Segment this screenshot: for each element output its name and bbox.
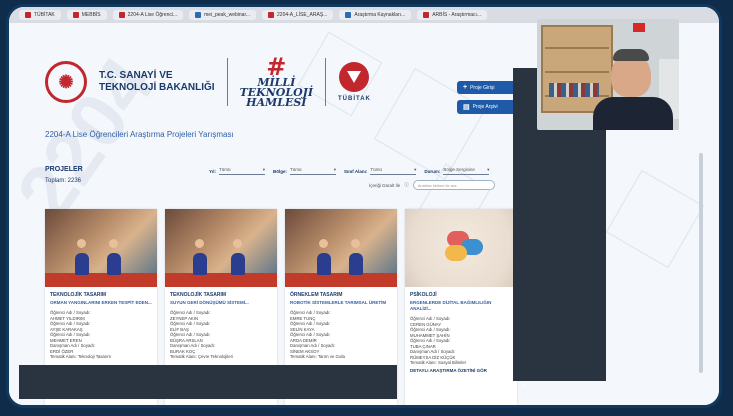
card-more-link[interactable]: DETAYLI ARAŞTIRMA ÖZETİNİ GÖR	[405, 366, 517, 375]
browser-tab[interactable]: 2204-A_LİSE_ARAŞ...	[262, 10, 334, 20]
webcam-video	[537, 19, 679, 130]
card-title[interactable]: ERGENLERDE DİJİTAL BAĞIMLILIĞIN ANALİZİ.…	[405, 300, 517, 316]
filter-status[interactable]: Durum: Bölge Sergisine ▾	[424, 167, 490, 175]
filter-bar: Yıl: Tümü ▾ Bölge: Tümü ▾ Sınıf Alanı: Tümü ▾ …	[209, 167, 490, 175]
chevron-down-icon: ▾	[262, 167, 266, 172]
card-title[interactable]: ROBOTİK SİSTEMLERLE TARIMSAL ÜRETİM	[285, 300, 397, 310]
project-photo	[165, 209, 277, 287]
card-field: Tematik Alanı: Teknoloji Tasarım	[50, 354, 111, 359]
search-row: İçeriği Daralt İle ⓘ Anahtar kelime ile …	[369, 180, 495, 190]
header-divider	[325, 58, 326, 106]
ministry-seal-icon: ✺	[45, 61, 87, 103]
browser-tab[interactable]: ARBİS - Araştırmacı...	[417, 10, 488, 20]
browser-tab[interactable]: 2204-A Lise Öğrenci...	[112, 10, 184, 20]
tab-favicon-icon	[345, 12, 352, 18]
tab-favicon-icon	[423, 12, 430, 18]
filter-select[interactable]: Tümü ▾	[370, 167, 417, 175]
project-photo	[405, 209, 517, 287]
project-photo	[285, 209, 397, 287]
ministry-name: T.C. SANAYİ VE TEKNOLOJİ BAKANLIĞI	[99, 70, 215, 93]
tubitak-logo: TÜBİTAK	[338, 62, 371, 102]
tab-favicon-icon	[25, 12, 31, 18]
dark-overlay-bar	[19, 365, 397, 399]
chevron-down-icon: ▾	[333, 167, 337, 172]
chevron-down-icon: ▾	[414, 167, 417, 172]
header-divider	[226, 58, 228, 106]
background-hexagon	[605, 169, 705, 269]
flag-icon	[633, 23, 645, 32]
card-field: Tematik Alanı: Tarım ve Gıda	[290, 354, 345, 359]
card-category: TEKNOLOJİK TASARIM	[50, 292, 107, 298]
card-title[interactable]: SUYUN GERİ DÖNÜŞÜMÜ SİSTEMİ...	[165, 300, 277, 310]
browser-tab[interactable]: TÜBİTAK	[19, 10, 61, 20]
plus-icon: +	[463, 84, 468, 91]
archive-icon: ▤	[463, 104, 470, 111]
scrollbar[interactable]	[699, 153, 703, 373]
chevron-right-icon[interactable]: ›	[523, 379, 526, 390]
projects-heading: PROJELER	[45, 166, 83, 173]
chevron-down-icon: ▾	[487, 167, 490, 172]
card-category: TEKNOLOJİK TASARIM	[170, 292, 227, 298]
filter-class-area[interactable]: Sınıf Alanı: Tümü ▾	[344, 167, 417, 175]
card-category: PSİKOLOJİ	[410, 292, 437, 298]
filter-year[interactable]: Yıl: Tümü ▾	[209, 167, 266, 175]
site-header: ✺ T.C. SANAYİ VE TEKNOLOJİ BAKANLIĞI # M…	[45, 47, 371, 117]
competition-title: 2204-A Lise Öğrencileri Araştırma Projel…	[45, 130, 234, 139]
filter-select[interactable]: Tümü ▾	[219, 167, 266, 175]
tubitak-emblem-icon	[339, 62, 370, 92]
projects-count: Toplam: 2236	[45, 178, 82, 184]
info-icon: ⓘ	[404, 182, 409, 187]
browser-tab[interactable]: Araştırma Kaynakları...	[339, 10, 412, 20]
filter-select[interactable]: Tümü ▾	[290, 167, 337, 175]
project-photo	[45, 209, 157, 287]
browser-tab[interactable]: mei_peak_webinar...	[189, 10, 257, 20]
filter-select[interactable]: Bölge Sergisine ▾	[443, 167, 490, 175]
card-title[interactable]: ORMAN YANGINLARINI ERKEN TESPİT EDEN...	[45, 300, 157, 310]
browser-tab[interactable]: MEBBİS	[66, 10, 107, 20]
tab-favicon-icon	[118, 12, 125, 18]
tab-favicon-icon	[72, 12, 79, 18]
milli-teknoloji-logo: # MİLLİ TEKNOLOJİ HAMLESİ	[239, 52, 313, 109]
tab-favicon-icon	[195, 12, 202, 18]
filter-region[interactable]: Bölge: Tümü ▾	[273, 167, 337, 175]
card-field: Tematik Alanı: Çevre Teknolojileri	[170, 354, 233, 359]
project-card[interactable]: PSİKOLOJİ ERGENLERDE DİJİTAL BAĞIMLILIĞI…	[405, 209, 517, 405]
search-input[interactable]: Anahtar kelime ile ara	[412, 180, 495, 190]
card-category: ÖRNEKLEM TASARIM	[290, 292, 343, 298]
screen-frame: TÜBİTAK MEBBİS 2204-A Lise Öğrenci... me…	[6, 4, 722, 408]
tab-favicon-icon	[268, 12, 275, 18]
